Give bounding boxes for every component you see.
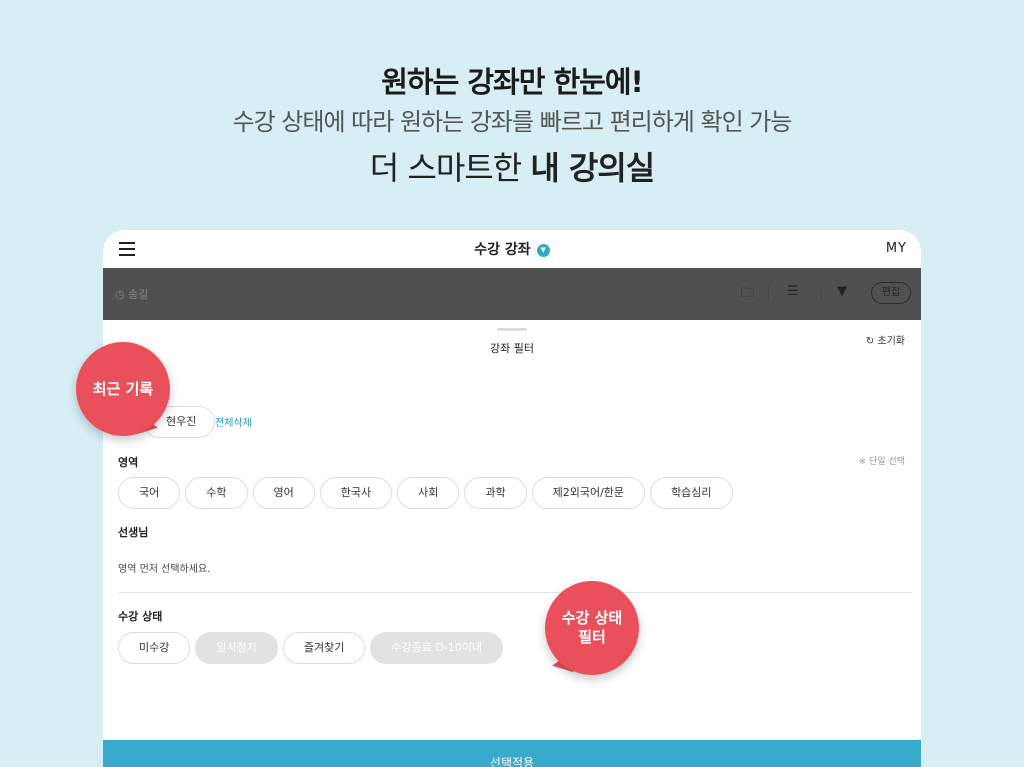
status-chip-ending: 수강종료 D-10이내 (370, 632, 503, 664)
sheet-title: 강좌 필터 (490, 342, 534, 355)
single-select-note: ※ 단일 선택 (858, 457, 905, 467)
page-title[interactable]: 수강 강좌 ▼ (103, 239, 921, 259)
section-divider (118, 592, 912, 593)
area-chip[interactable]: 사회 (397, 477, 460, 509)
status-chip-group: 미수강 일시정지 즐겨찾기 수강종료 D-10이내 (118, 632, 503, 664)
area-chip[interactable]: 국어 (118, 477, 181, 509)
status-callout-bubble: 수강 상태 필터 (545, 581, 639, 675)
teacher-hint: 영역 먼저 선택하세요. (118, 564, 211, 575)
toolbar-divider (768, 286, 769, 300)
area-chip[interactable]: 학습심리 (650, 477, 733, 509)
area-chip[interactable]: 과학 (464, 477, 527, 509)
area-chip-group: 국어 수학 영어 한국사 사회 과학 제2외국어/한문 학습심리 (118, 477, 733, 509)
promo-headline: 원하는 강좌만 한눈에! 수강 상태에 따라 원하는 강좌를 빠르고 편리하게 … (0, 62, 1024, 192)
page-title-label: 수강 강좌 (474, 242, 531, 258)
headline-line3-bold: 내 강의실 (530, 149, 655, 187)
folder-add-icon[interactable]: 🗀 (741, 284, 754, 306)
filter-sheet: 강좌 필터 ↻ 초기화 현우진 전체삭제 영역 ※ 단일 선택 국어 수학 영어… (103, 320, 921, 767)
status-callout-line1: 수강 상태 (561, 609, 623, 627)
status-callout-line2: 필터 (578, 628, 606, 646)
area-chip[interactable]: 제2외국어/한문 (531, 477, 646, 509)
headline-line2: 수강 상태에 따라 원하는 강좌를 빠르고 편리하게 확인 가능 (232, 108, 793, 136)
sheet-drag-handle[interactable] (497, 328, 527, 331)
recent-callout-bubble: 최근 기록 (76, 342, 170, 436)
headline-line3: 더 스마트한 내 강의실 (0, 144, 1024, 192)
teacher-list-icon[interactable]: ☰ (787, 284, 799, 299)
chevron-down-icon[interactable]: ▼ (536, 243, 550, 257)
headline-line1: 원하는 강좌만 한눈에! (381, 65, 644, 99)
clear-all-link[interactable]: 전체삭제 (215, 414, 252, 429)
area-chip[interactable]: 한국사 (319, 477, 393, 509)
filter-icon[interactable]: ▼ (837, 284, 847, 299)
area-label: 영역 (118, 456, 139, 469)
my-button[interactable]: MY (886, 241, 907, 256)
reset-button[interactable]: ↻ 초기화 (866, 332, 905, 347)
course-toolbar: ◷ 송길 🗀 ☰ ▼ 편집 (103, 268, 921, 320)
app-topbar: 수강 강좌 ▼ MY (103, 230, 921, 268)
toolbar-divider (821, 286, 822, 300)
teacher-label: 선생님 (118, 526, 149, 539)
apply-button[interactable]: 선택적용 (103, 740, 921, 767)
sort-label[interactable]: ◷ 송길 (115, 286, 148, 302)
status-chip-unstarted[interactable]: 미수강 (118, 632, 191, 664)
edit-button[interactable]: 편집 (871, 282, 911, 304)
headline-line3-prefix: 더 스마트한 (369, 149, 531, 187)
status-chip-favorites[interactable]: 즐겨찾기 (282, 632, 366, 664)
status-chip-paused: 일시정지 (195, 632, 278, 664)
status-label: 수강 상태 (118, 610, 163, 623)
area-chip[interactable]: 영어 (252, 477, 315, 509)
area-chip[interactable]: 수학 (185, 477, 248, 509)
device-frame: 수강 강좌 ▼ MY ◷ 송길 🗀 ☰ ▼ 편집 강좌 필터 ↻ 초기화 현우진 … (103, 230, 921, 767)
